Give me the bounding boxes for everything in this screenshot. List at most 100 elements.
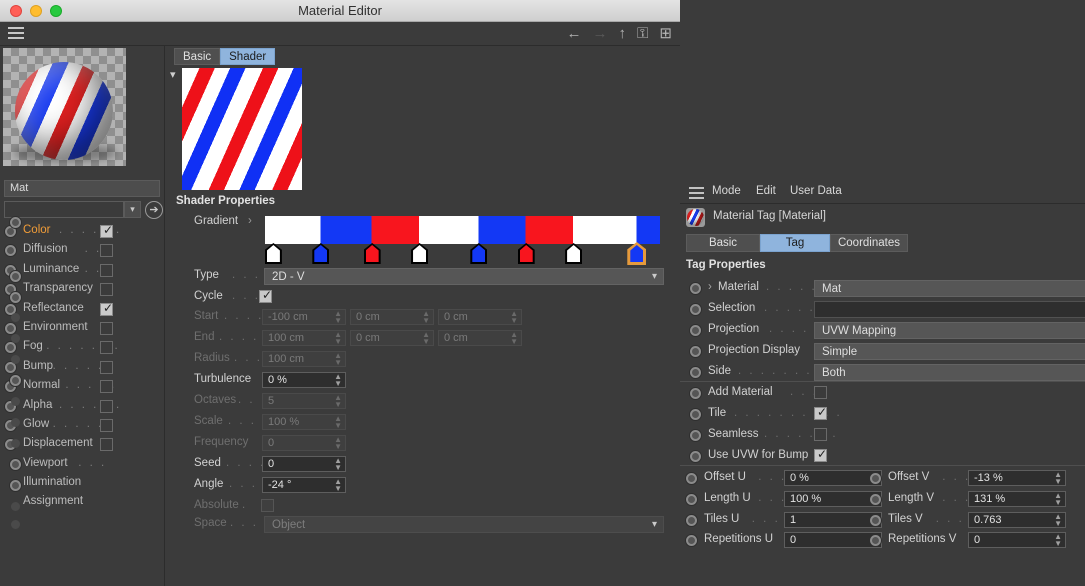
angle-radio[interactable] [10, 480, 21, 491]
gradient-knot[interactable] [517, 243, 535, 264]
collapse-chevron-icon[interactable]: ▾ [170, 68, 176, 81]
seed-radio[interactable] [10, 459, 21, 470]
type-dropdown[interactable]: 2D - V ▾ [264, 268, 664, 285]
stepper-icon[interactable]: ▲▼ [1054, 533, 1062, 548]
channel-row-diffusion[interactable]: Diffusion. . . [0, 241, 165, 260]
uv-radio[interactable] [870, 514, 881, 526]
start-x-input[interactable]: -100 cm ▲ ▼ [262, 309, 346, 325]
add-box-icon[interactable]: ⊞ [659, 25, 672, 43]
right-tab-tag[interactable]: Tag [760, 234, 830, 252]
uv-radio[interactable] [870, 535, 881, 547]
use-uvw-checkbox[interactable]: ✓ [814, 447, 827, 462]
absolute-checkbox[interactable] [261, 499, 274, 512]
uv-input[interactable]: 100 %▲▼ [784, 490, 882, 507]
tag-material-field[interactable]: Mat [814, 280, 1085, 297]
gradient-knot[interactable] [411, 243, 429, 264]
cycle-checkbox[interactable]: ✓ [259, 288, 272, 303]
frequency-input[interactable]: 0 ▲ ▼ [262, 435, 346, 451]
right-tab-coordinates[interactable]: Coordinates [830, 234, 908, 252]
back-arrow-icon[interactable]: ← [567, 25, 582, 43]
gradient-knot[interactable] [627, 242, 647, 265]
uv-input[interactable]: 0.763 ▲ ▼ [968, 511, 1066, 528]
stepper-icon[interactable]: ▲▼ [334, 373, 342, 388]
end-z-input[interactable]: 0 cm ▲ ▼ [438, 330, 522, 346]
turbulence-input[interactable]: 0 % ▲ ▼ [262, 372, 346, 388]
start-radio[interactable] [11, 313, 20, 322]
tab-shader[interactable]: Shader [220, 48, 276, 65]
uv-input[interactable]: 1▲▼ [784, 511, 882, 528]
tile-radio[interactable] [690, 409, 701, 420]
stepper-icon[interactable]: ▲▼ [1054, 491, 1062, 506]
start-z-input[interactable]: 0 cm ▲ ▼ [438, 309, 522, 325]
end-radio[interactable] [11, 334, 20, 343]
octaves-radio[interactable] [11, 397, 20, 406]
gradient-knot[interactable] [363, 243, 381, 264]
tag-projection-radio[interactable] [690, 325, 701, 336]
uv-input[interactable]: 0 %▲▼ [784, 470, 882, 486]
type-radio[interactable] [10, 271, 21, 282]
stepper-icon[interactable]: ▲▼ [334, 352, 342, 367]
uv-radio[interactable] [686, 473, 697, 484]
frequency-radio[interactable] [11, 439, 20, 448]
add-material-radio[interactable] [690, 388, 701, 399]
tag-projection-dropdown[interactable]: UVW Mapping [814, 322, 1085, 339]
tag-selection-radio[interactable] [690, 304, 701, 315]
tag-projection-display-radio[interactable] [690, 346, 701, 357]
stepper-icon[interactable]: ▲▼ [510, 310, 518, 325]
menu-mode[interactable]: Mode [712, 185, 741, 197]
stepper-icon[interactable]: ▲▼ [334, 394, 342, 409]
cycle-radio[interactable] [10, 292, 21, 303]
lock-icon[interactable]: ⚿ [637, 25, 648, 43]
uv-input[interactable]: -13 % ▲ ▼ [968, 470, 1066, 486]
tag-selection-field[interactable] [814, 301, 1085, 318]
uv-input[interactable]: 0▲▼ [968, 532, 1066, 549]
radius-radio[interactable] [11, 355, 20, 364]
octaves-input[interactable]: 5 ▲ ▼ [262, 393, 346, 409]
scale-input[interactable]: 100 % ▲ ▼ [262, 414, 346, 430]
stepper-icon[interactable]: ▲▼ [1054, 471, 1062, 486]
angle-input[interactable]: -24 ° ▲ ▼ [262, 477, 346, 493]
channel-radio[interactable] [5, 245, 16, 257]
gradient-expand-icon[interactable]: › [248, 215, 252, 227]
material-preview[interactable] [3, 48, 126, 166]
forward-arrow-icon[interactable]: → [593, 25, 608, 43]
stepper-icon[interactable]: ▲▼ [334, 478, 342, 493]
tag-side-dropdown[interactable]: Both [814, 364, 1085, 381]
right-tab-basic[interactable]: Basic [686, 234, 760, 252]
gradient-radio[interactable] [10, 217, 21, 228]
uv-radio[interactable] [870, 493, 881, 505]
seamless-radio[interactable] [690, 430, 701, 441]
stepper-icon[interactable]: ▲▼ [334, 457, 342, 472]
uv-input[interactable]: 0▲▼ [784, 532, 882, 549]
tile-checkbox[interactable]: ✓ [814, 405, 827, 420]
gradient-knot[interactable] [565, 243, 583, 264]
tab-basic[interactable]: Basic [174, 48, 221, 65]
scale-radio[interactable] [11, 418, 20, 427]
gradient-knot[interactable] [312, 243, 330, 264]
tag-material-radio[interactable] [690, 283, 701, 294]
uv-input[interactable]: 131 % ▲ ▼ [968, 490, 1066, 507]
tag-projection-display-dropdown[interactable]: Simple [814, 343, 1085, 360]
radius-input[interactable]: 100 cm ▲ ▼ [262, 351, 346, 367]
end-y-input[interactable]: 0 cm ▲ ▼ [350, 330, 434, 346]
start-y-input[interactable]: 0 cm ▲ ▼ [350, 309, 434, 325]
uv-radio[interactable] [686, 535, 697, 547]
stepper-icon[interactable]: ▲▼ [422, 331, 430, 346]
stepper-icon[interactable]: ▲▼ [510, 331, 518, 346]
shader-preview-thumbnail[interactable] [182, 68, 302, 190]
gradient-knot[interactable] [264, 243, 282, 264]
space-dropdown[interactable]: Object ▾ [264, 516, 664, 533]
up-arrow-icon[interactable]: ↑ [619, 25, 627, 43]
menu-edit[interactable]: Edit [756, 185, 776, 197]
gradient-bar[interactable] [265, 216, 660, 244]
uv-radio[interactable] [686, 493, 697, 505]
stepper-icon[interactable]: ▲▼ [1054, 512, 1062, 527]
turbulence-radio[interactable] [10, 375, 21, 386]
use-uvw-radio[interactable] [690, 451, 701, 462]
seed-input[interactable]: 0 ▲ ▼ [262, 456, 346, 472]
absolute-radio[interactable] [11, 502, 20, 511]
stepper-icon[interactable]: ▲▼ [334, 436, 342, 451]
seamless-checkbox[interactable] [814, 428, 827, 441]
space-radio[interactable] [11, 520, 20, 529]
menu-user-data[interactable]: User Data [790, 185, 842, 197]
